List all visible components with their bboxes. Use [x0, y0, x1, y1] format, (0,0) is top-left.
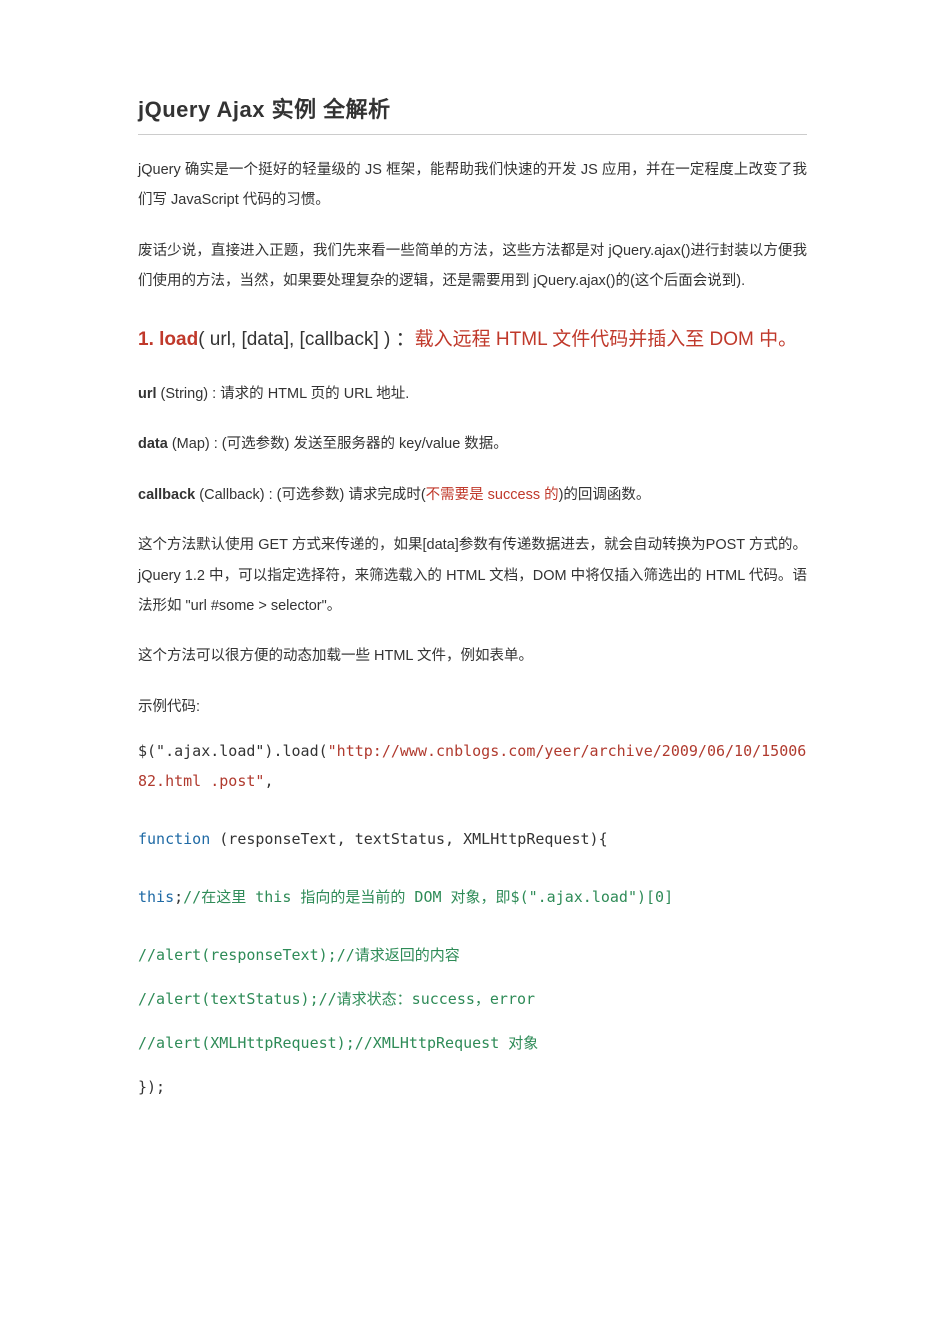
param-callback-text-a: (Callback) : (可选参数) 请求完成时(: [195, 487, 425, 503]
description-paragraph-1: 这个方法默认使用 GET 方式来传递的，如果[data]参数有传递数据进去，就会…: [138, 530, 807, 621]
param-url-text: (String) : 请求的 HTML 页的 URL 地址.: [157, 386, 410, 402]
code-l5b: //请求状态：success，error: [319, 990, 535, 1008]
code-l4a: //alert(responseText);: [138, 946, 337, 964]
code-l4b: //请求返回的内容: [337, 946, 460, 964]
page-title: jQuery Ajax 实例 全解析: [138, 92, 807, 135]
code-block-line1: $(".ajax.load").load("http://www.cnblogs…: [138, 736, 807, 796]
intro-paragraph-1: jQuery 确实是一个挺好的轻量级的 JS 框架，能帮助我们快速的开发 JS …: [138, 155, 807, 216]
code-l3b: ;: [174, 888, 183, 906]
heading-number: 1.: [138, 329, 159, 350]
code-block-line2: function (responseText, textStatus, XMLH…: [138, 824, 807, 854]
code-l5a: //alert(textStatus);: [138, 990, 319, 1008]
param-callback: callback (Callback) : (可选参数) 请求完成时(不需要是 …: [138, 480, 807, 510]
heading-signature: ( url, [data], [callback] ) ：: [198, 329, 414, 350]
document-page: jQuery Ajax 实例 全解析 jQuery 确实是一个挺好的轻量级的 J…: [0, 0, 945, 1337]
code-l3c: //在这里 this 指向的是当前的 DOM 对象，即$(".ajax.load…: [183, 888, 673, 906]
description-paragraph-2: 这个方法可以很方便的动态加载一些 HTML 文件，例如表单。: [138, 641, 807, 671]
heading-description: 载入远程 HTML 文件代码并插入至 DOM 中。: [415, 329, 797, 350]
code-l6b: //XMLHttpRequest 对象: [355, 1034, 539, 1052]
param-callback-text-b: )的回调函数。: [559, 487, 651, 503]
intro-paragraph-2: 废话少说，直接进入正题，我们先来看一些简单的方法，这些方法都是对 jQuery.…: [138, 236, 807, 297]
param-callback-label: callback: [138, 487, 195, 503]
code-l1c: ,: [264, 772, 273, 790]
param-url: url (String) : 请求的 HTML 页的 URL 地址.: [138, 379, 807, 409]
code-l6a: //alert(XMLHttpRequest);: [138, 1034, 355, 1052]
code-l2a: function: [138, 830, 219, 848]
code-block-line7: });: [138, 1072, 807, 1102]
code-l1a: $(".ajax.load").load(: [138, 742, 328, 760]
code-block-line6: //alert(XMLHttpRequest);//XMLHttpRequest…: [138, 1028, 807, 1058]
section-heading: 1. load( url, [data], [callback] ) ：载入远程…: [138, 321, 807, 359]
param-data-text: (Map) : (可选参数) 发送至服务器的 key/value 数据。: [168, 436, 508, 452]
param-callback-highlight: 不需要是 success 的: [426, 487, 559, 503]
example-label: 示例代码:: [138, 692, 807, 722]
param-data: data (Map) : (可选参数) 发送至服务器的 key/value 数据…: [138, 429, 807, 459]
param-url-label: url: [138, 386, 157, 402]
code-block-line4: //alert(responseText);//请求返回的内容: [138, 940, 807, 970]
param-data-label: data: [138, 436, 168, 452]
heading-function: load: [159, 329, 198, 350]
code-l7: });: [138, 1078, 165, 1096]
code-l3a: this: [138, 888, 174, 906]
code-l2b: (responseText, textStatus, XMLHttpReques…: [219, 830, 607, 848]
code-block-line5: //alert(textStatus);//请求状态：success，error: [138, 984, 807, 1014]
code-block-line3: this;//在这里 this 指向的是当前的 DOM 对象，即$(".ajax…: [138, 882, 807, 912]
